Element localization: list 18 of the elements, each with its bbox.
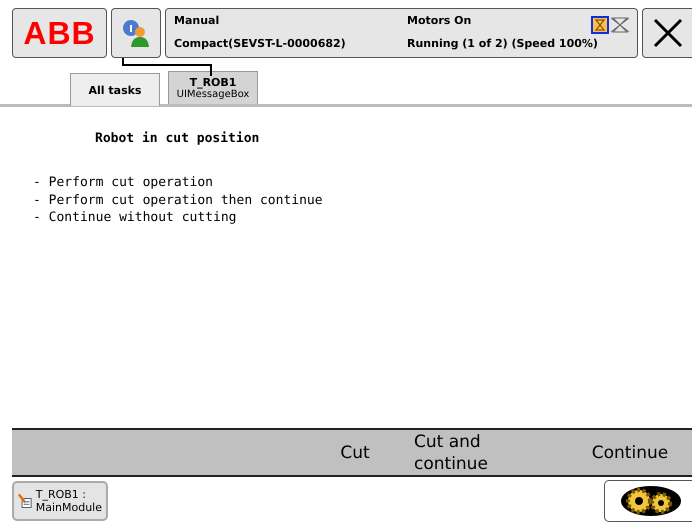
program-editor-icon (18, 492, 33, 510)
message-line: - Perform cut operation then continue (33, 192, 324, 209)
mode-text: Manual (174, 14, 220, 27)
run-state-text: Running (1 of 2) (Speed 100%) (407, 37, 598, 50)
message-line: - Perform cut operation (33, 174, 214, 192)
motors-text: Motors On (407, 14, 472, 27)
message-title: Robot in cut position (94, 130, 260, 146)
task-tab[interactable]: T_ROB1 UIMessageBox (168, 71, 258, 104)
taskbar-item[interactable]: T_ROB1 : MainModule (12, 481, 108, 521)
quickset-button[interactable] (604, 480, 692, 522)
close-button[interactable] (642, 8, 692, 58)
task-tab[interactable]: All tasks (70, 73, 160, 106)
info-person-icon (121, 18, 151, 48)
message-line: - Continue without cutting (33, 209, 238, 226)
status-icons (591, 16, 631, 34)
controller-text: Compact(SEVST-L-0000682) (174, 37, 347, 50)
close-icon (652, 18, 682, 48)
event-log-button[interactable] (111, 8, 161, 58)
